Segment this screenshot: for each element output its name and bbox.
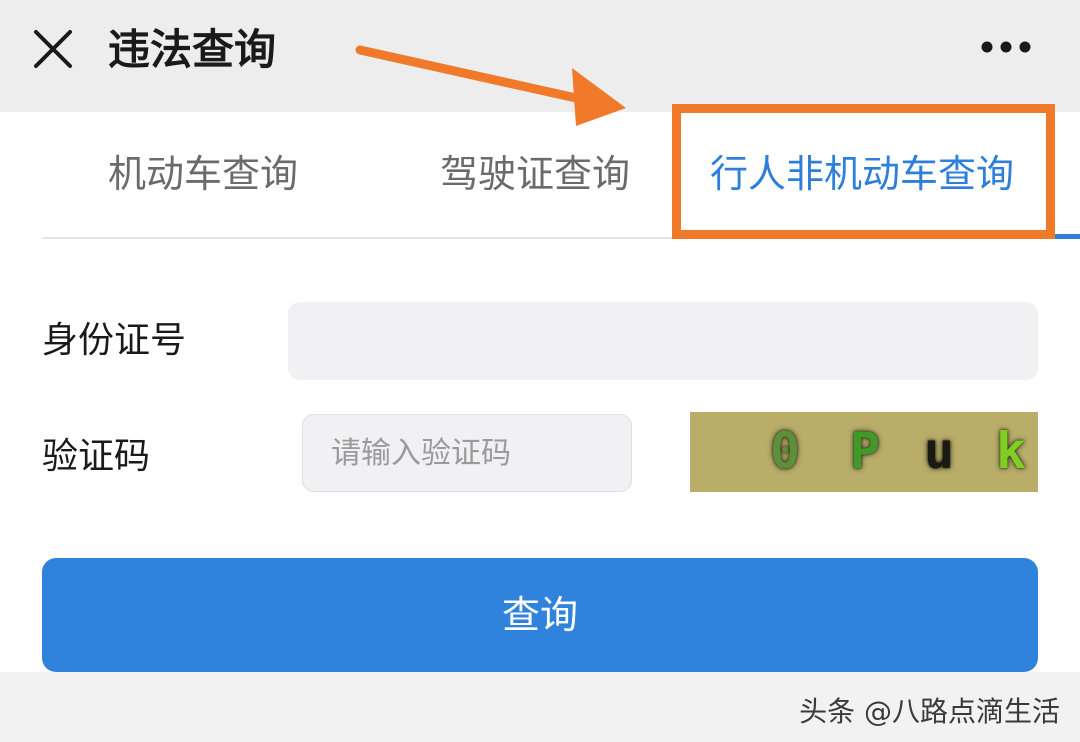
- query-button[interactable]: 查询: [42, 558, 1038, 672]
- tab-vehicle-query[interactable]: 机动车查询: [108, 144, 298, 204]
- captcha-label: 验证码: [42, 436, 151, 477]
- captcha-char: 0: [770, 422, 801, 480]
- watermark-text: 头条 @八路点滴生活: [799, 695, 1060, 728]
- page-title: 违法查询: [108, 25, 277, 74]
- captcha-input[interactable]: [302, 414, 632, 492]
- highlight-box-annotation: [672, 104, 1055, 239]
- tab-license-query[interactable]: 驾驶证查询: [440, 144, 630, 204]
- id-number-input[interactable]: [288, 302, 1038, 380]
- title-bar: 违法查询: [0, 0, 1080, 112]
- captcha-char: k: [996, 422, 1027, 480]
- captcha-char: P: [850, 422, 881, 480]
- captcha-char: u: [924, 422, 955, 480]
- id-number-label: 身份证号: [42, 320, 187, 361]
- close-icon[interactable]: [32, 28, 74, 70]
- more-dots-icon[interactable]: [980, 38, 1032, 56]
- captcha-image[interactable]: 0 P u k: [690, 412, 1038, 492]
